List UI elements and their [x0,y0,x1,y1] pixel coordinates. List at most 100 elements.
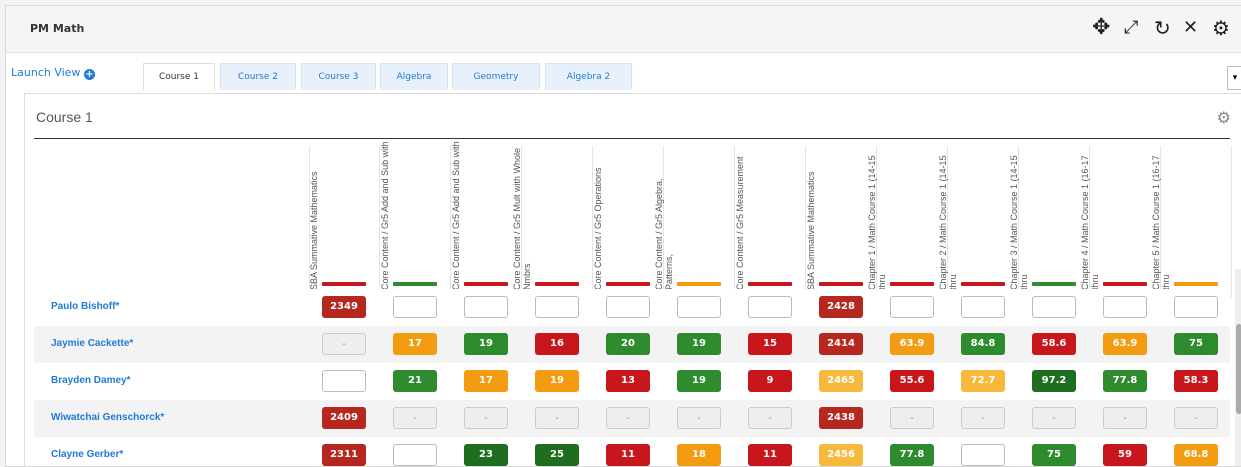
score-cell[interactable]: 97.2 [1032,370,1076,392]
score-cell[interactable]: 15 [748,333,792,355]
column-header[interactable]: Chapter 5 / Math Course 1 (16-17 thru [1151,146,1232,298]
score-cell[interactable]: 19 [677,333,721,355]
column-header[interactable]: Core Content / Gr5 Measurement [735,146,806,298]
tab-geometry[interactable]: Geometry [452,63,540,90]
score-cell[interactable] [1032,296,1076,318]
score-cell[interactable]: 2349 [322,296,366,318]
expand-icon[interactable]: ⤢ [1124,15,1138,41]
score-cell[interactable]: 21 [393,370,437,392]
score-cell[interactable]: 2428 [819,296,863,318]
score-cell[interactable]: - [464,407,508,429]
score-cell[interactable]: 77.8 [890,444,934,466]
score-cell[interactable]: 2456 [819,444,863,466]
score-cell[interactable]: 18 [677,444,721,466]
score-cell[interactable]: 11 [748,444,792,466]
column-header-label: SBA Summative Mathematics [806,171,816,290]
column-header[interactable]: Core Content / Gr5 Add and Sub with [380,141,451,298]
score-cell[interactable]: - [1103,407,1147,429]
column-header-label: Chapter 4 / Math Course 1 (16-17 thru [1080,155,1100,290]
student-name-link[interactable]: Brayden Damey* [51,375,130,386]
score-cell[interactable] [748,296,792,318]
score-cell[interactable]: 58.6 [1032,333,1076,355]
score-cell[interactable]: 63.9 [890,333,934,355]
column-header[interactable]: Core Content / Gr5 Mult with Whole Nmbrs [512,146,593,298]
score-cell[interactable]: 72.7 [961,370,1005,392]
partially-hidden-score-cell [1103,282,1147,286]
score-cell[interactable]: - [677,407,721,429]
score-cell[interactable]: - [535,407,579,429]
score-cell[interactable]: 2414 [819,333,863,355]
move-icon[interactable]: ✥ [1092,15,1110,41]
student-name-link[interactable]: Clayne Gerber* [51,449,123,460]
tab-course-2[interactable]: Course 2 [220,63,296,90]
student-name-link[interactable]: Jaymie Cackette* [51,338,133,349]
score-cell[interactable]: - [748,407,792,429]
tab-algebra[interactable]: Algebra [380,63,448,90]
score-cell[interactable] [1174,296,1218,318]
score-cell[interactable]: 55.6 [890,370,934,392]
score-cell[interactable]: 63.9 [1103,333,1147,355]
score-cell[interactable] [961,444,1005,466]
score-cell[interactable]: 20 [606,333,650,355]
score-cell[interactable]: - [1032,407,1076,429]
panel-settings-icon[interactable]: ⚙ [1217,108,1231,127]
score-cell[interactable]: - [606,407,650,429]
score-cell[interactable]: 75 [1032,444,1076,466]
score-cell[interactable] [464,296,508,318]
tab-bar: Launch View + Course 1 Course 2 Course 3… [6,59,1241,93]
refresh-icon[interactable]: ↻ [1154,15,1171,41]
tab-algebra-2[interactable]: Algebra 2 [545,63,632,90]
score-cell[interactable]: 16 [535,333,579,355]
score-cell[interactable]: 77.8 [1103,370,1147,392]
score-cell[interactable]: 19 [535,370,579,392]
score-cell[interactable]: 9 [748,370,792,392]
score-cell[interactable]: - [961,407,1005,429]
score-cell[interactable]: 23 [464,444,508,466]
vertical-scrollbar[interactable] [1235,269,1241,466]
score-cell[interactable]: 2438 [819,407,863,429]
score-cell[interactable]: 19 [464,333,508,355]
score-cell[interactable]: - [393,407,437,429]
score-cell[interactable]: 2465 [819,370,863,392]
score-cell[interactable]: 17 [393,333,437,355]
score-cell[interactable] [535,296,579,318]
score-cell[interactable] [606,296,650,318]
score-cell[interactable]: 84.8 [961,333,1005,355]
column-header[interactable]: SBA Summative Mathematics [309,146,380,298]
score-cell[interactable]: - [322,333,366,355]
student-name-link[interactable]: Wiwatchai Genschorck* [51,412,164,423]
score-cell[interactable]: 25 [535,444,579,466]
panel-divider [34,138,1230,139]
close-icon[interactable]: ✕ [1183,15,1198,41]
score-cell[interactable] [1103,296,1147,318]
launch-view-link[interactable]: Launch View + [11,66,95,80]
score-cell[interactable]: 68.8 [1174,444,1218,466]
score-cell[interactable]: 13 [606,370,650,392]
column-header[interactable]: Core Content / Gr5 Algebra, Patterns, [654,146,735,298]
score-cell[interactable]: 17 [464,370,508,392]
scrollbar-thumb[interactable] [1236,324,1241,414]
score-cell[interactable] [890,296,934,318]
score-cell[interactable] [677,296,721,318]
tab-overflow-dropdown[interactable]: ▾ [1227,66,1241,90]
score-cell[interactable] [393,296,437,318]
score-cell[interactable] [393,444,437,466]
score-cell[interactable]: 75 [1174,333,1218,355]
score-cell[interactable]: 19 [677,370,721,392]
score-cell[interactable]: - [1174,407,1218,429]
table-row: Paulo Bishoff* 2349 2428 [34,289,1230,327]
partially-hidden-score-cell [890,282,934,286]
score-cell[interactable]: 59 [1103,444,1147,466]
score-cell[interactable]: 11 [606,444,650,466]
score-cell[interactable]: 58.3 [1174,370,1218,392]
student-name-link[interactable]: Paulo Bishoff* [51,301,119,312]
partially-hidden-score-cell [748,282,792,286]
tab-course-1[interactable]: Course 1 [143,63,215,91]
score-cell[interactable] [961,296,1005,318]
score-cell[interactable]: 2311 [322,444,366,466]
tab-course-3[interactable]: Course 3 [301,63,376,90]
score-cell[interactable] [322,370,366,392]
score-cell[interactable]: - [890,407,934,429]
score-cell[interactable]: 2409 [322,407,366,429]
settings-icon[interactable]: ⚙ [1212,15,1230,41]
